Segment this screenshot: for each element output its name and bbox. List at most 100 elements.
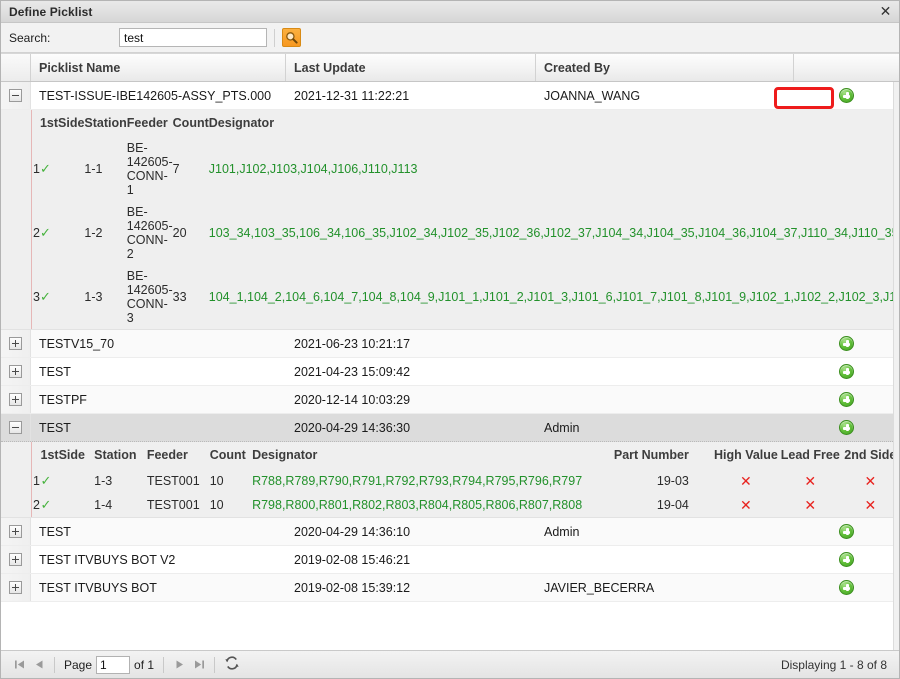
cell-add-action[interactable]: [794, 358, 899, 385]
sub-table-row[interactable]: 3 ✓ 1-3 BE-142605-CONN-3 33 104_1,104_2,…: [31, 265, 899, 329]
cell-picklist-name: TESTPF: [39, 392, 87, 407]
expand-icon[interactable]: [9, 581, 22, 594]
next-page-button[interactable]: [169, 655, 189, 675]
column-header-picklist-name[interactable]: Picklist Name: [31, 54, 286, 81]
table-row[interactable]: TEST-ISSUE-IBE142605-ASSY_PTS.000 2021-1…: [1, 82, 899, 110]
search-input[interactable]: [119, 28, 267, 47]
sub-cell-part-number: 19-03: [588, 469, 713, 493]
column-header-last-update[interactable]: Last Update: [286, 54, 536, 81]
search-button[interactable]: [282, 28, 301, 47]
row-expander-cell[interactable]: [1, 358, 31, 385]
plus-circle-icon[interactable]: [839, 420, 854, 435]
sub-cell-count: 33: [172, 265, 209, 329]
collapse-icon[interactable]: [9, 421, 22, 434]
check-icon: ✓: [39, 289, 51, 304]
grid-body: TEST-ISSUE-IBE142605-ASSY_PTS.000 2021-1…: [1, 82, 899, 650]
column-header-created-by[interactable]: Created By: [536, 54, 794, 81]
picklist-detail-table: 1stSide Station Feeder Count Designator …: [31, 110, 899, 329]
sub-col-high-value: High Value: [712, 442, 779, 469]
plus-circle-icon[interactable]: [839, 580, 854, 595]
table-row[interactable]: TEST 2020-04-29 14:36:10 Admin: [1, 518, 899, 546]
vertical-scrollbar[interactable]: [893, 54, 899, 650]
sub-table-row[interactable]: 2 ✓ 1-2 BE-142605-CONN-2 20 103_34,103_3…: [31, 201, 899, 265]
check-icon: ✓: [39, 225, 51, 240]
cell-last-update: 2021-06-23 10:21:17: [294, 336, 411, 351]
sub-col-designator: Designator: [252, 442, 589, 469]
cell-add-action[interactable]: [794, 574, 899, 601]
sub-col-lead-free: Lead Free: [778, 442, 842, 469]
table-row[interactable]: TEST ITVBUYS BOT 2019-02-08 15:39:12 JAV…: [1, 574, 899, 602]
row-expander-cell[interactable]: [1, 414, 31, 441]
expand-icon[interactable]: [9, 393, 22, 406]
plus-circle-icon[interactable]: [839, 392, 854, 407]
sub-table-container: 1stSide Station Feeder Count Designator …: [1, 110, 899, 330]
table-row[interactable]: TESTV15_70 2021-06-23 10:21:17: [1, 330, 899, 358]
sub-table-row[interactable]: 1 ✓ 1-3 TEST001 10 R788,R789,R790,R791,R…: [31, 469, 899, 493]
cell-add-action[interactable]: [794, 518, 899, 545]
cell-picklist-name: TEST-ISSUE-IBE142605-ASSY_PTS.000: [39, 88, 272, 103]
cell-add-action[interactable]: [794, 546, 899, 573]
cross-icon: ✕: [740, 496, 752, 513]
pager-divider: [54, 656, 55, 673]
first-page-button[interactable]: [9, 655, 29, 675]
plus-circle-icon[interactable]: [839, 524, 854, 539]
column-header-actions[interactable]: [794, 54, 899, 81]
cell-created-by: [536, 330, 794, 357]
sub-col-count: Count: [209, 442, 253, 469]
sub-cell-feeder: BE-142605-CONN-2: [126, 201, 173, 265]
table-row[interactable]: TEST 2020-04-29 14:36:30 Admin: [1, 414, 899, 442]
refresh-button[interactable]: [222, 655, 242, 675]
plus-circle-icon[interactable]: [839, 336, 854, 351]
sub-cell-station: 1-4: [94, 493, 147, 517]
expand-icon[interactable]: [9, 337, 22, 350]
row-expander-cell[interactable]: [1, 82, 31, 109]
row-expander-cell[interactable]: [1, 574, 31, 601]
expand-icon[interactable]: [9, 553, 22, 566]
cell-created-by: [536, 358, 794, 385]
window-titlebar: Define Picklist ✕: [1, 1, 899, 23]
expand-icon[interactable]: [9, 365, 22, 378]
plus-circle-icon[interactable]: [839, 552, 854, 567]
cell-last-update: 2020-04-29 14:36:10: [294, 524, 411, 539]
sub-cell-count: 10: [209, 469, 253, 493]
cell-add-action[interactable]: [794, 386, 899, 413]
cell-last-update: 2019-02-08 15:39:12: [294, 580, 411, 595]
close-icon[interactable]: ✕: [877, 3, 894, 20]
cell-add-action[interactable]: [794, 330, 899, 357]
sub-table-row[interactable]: 1 ✓ 1-1 BE-142605-CONN-1 7 J101,J102,J10…: [31, 137, 899, 201]
cell-created-by: [536, 546, 794, 573]
sub-col-count: Count: [172, 110, 209, 137]
table-row[interactable]: TEST ITVBUYS BOT V2 2019-02-08 15:46:21: [1, 546, 899, 574]
column-header-expander[interactable]: [1, 54, 31, 81]
prev-page-button[interactable]: [29, 655, 49, 675]
cell-last-update: 2021-12-31 11:22:21: [294, 88, 410, 103]
cross-icon: ✕: [740, 472, 752, 489]
table-row[interactable]: TEST 2021-04-23 15:09:42: [1, 358, 899, 386]
cell-picklist-name: TEST: [39, 524, 71, 539]
search-toolbar: Search:: [1, 23, 899, 53]
row-expander-cell[interactable]: [1, 518, 31, 545]
cell-add-action[interactable]: [794, 82, 899, 109]
plus-circle-icon[interactable]: [839, 364, 854, 379]
sub-cell-index: 3: [31, 265, 40, 329]
cell-picklist-name: TESTV15_70: [39, 336, 115, 351]
collapse-icon[interactable]: [9, 89, 22, 102]
sub-col-feeder: Feeder: [146, 442, 210, 469]
sub-table-row[interactable]: 2 ✓ 1-4 TEST001 10 R798,R800,R801,R802,R…: [31, 493, 899, 517]
expand-icon[interactable]: [9, 525, 22, 538]
cell-add-action[interactable]: [794, 414, 899, 441]
plus-circle-icon[interactable]: [839, 88, 854, 103]
search-icon: [285, 31, 298, 44]
last-page-button[interactable]: [189, 655, 209, 675]
sub-cell-count: 20: [172, 201, 209, 265]
cross-icon: ✕: [804, 496, 817, 513]
sub-cell-feeder: BE-142605-CONN-1: [126, 137, 173, 201]
row-expander-cell[interactable]: [1, 386, 31, 413]
page-number-input[interactable]: [96, 655, 131, 674]
window-title: Define Picklist: [9, 4, 93, 19]
row-expander-cell[interactable]: [1, 546, 31, 573]
table-row[interactable]: TESTPF 2020-12-14 10:03:29: [1, 386, 899, 414]
sub-col-part-number: Part Number: [588, 442, 713, 469]
pager-divider: [214, 656, 216, 673]
row-expander-cell[interactable]: [1, 330, 31, 357]
